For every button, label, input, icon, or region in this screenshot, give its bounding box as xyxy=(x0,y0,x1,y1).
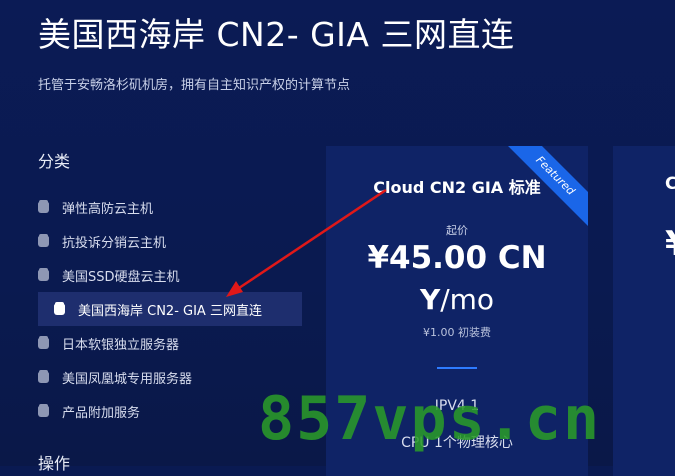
box-icon xyxy=(38,199,49,213)
price-unit: Y/mo xyxy=(326,280,588,320)
category-item-label: 美国凤凰城专用服务器 xyxy=(62,371,193,387)
product-card-2[interactable]: C ¥ xyxy=(613,146,675,476)
category-item-active[interactable]: 美国西海岸 CN2- GIA 三网直连 xyxy=(38,292,302,326)
setup-fee: ¥1.00 初装费 xyxy=(423,326,491,339)
card-divider xyxy=(437,367,477,369)
category-item[interactable]: 抗投诉分销云主机 xyxy=(38,224,302,258)
actions-section-title: 操作 xyxy=(38,454,71,473)
box-icon xyxy=(38,403,49,417)
box-icon xyxy=(54,301,65,315)
product-price: ¥45.00 CN xyxy=(367,240,547,276)
category-item-label: 日本软银独立服务器 xyxy=(62,337,180,353)
category-item-label: 抗投诉分销云主机 xyxy=(62,235,167,251)
price-unit-prefix: Y xyxy=(419,283,441,316)
category-item-label: 美国西海岸 CN2- GIA 三网直连 xyxy=(78,303,262,319)
product-title-2: C xyxy=(665,174,675,194)
box-icon xyxy=(38,233,49,247)
page-title: 美国西海岸 CN2- GIA 三网直连 xyxy=(38,15,515,54)
category-item-label: 弹性高防云主机 xyxy=(62,201,154,217)
price-label: 起价 xyxy=(446,224,468,237)
box-icon xyxy=(38,369,49,383)
box-icon xyxy=(38,335,49,349)
category-item-label: 产品附加服务 xyxy=(62,405,141,421)
category-item-label: 美国SSD硬盘云主机 xyxy=(62,269,180,285)
category-item[interactable]: 日本软银独立服务器 xyxy=(38,326,302,360)
category-section-title: 分类 xyxy=(38,152,71,171)
watermark: 857vps.cn xyxy=(258,384,602,454)
page-subtitle: 托管于安畅洛杉矶机房，拥有自主知识产权的计算节点 xyxy=(38,78,351,93)
box-icon xyxy=(38,267,49,281)
category-item[interactable]: 弹性高防云主机 xyxy=(38,190,302,224)
price-unit-suffix: /mo xyxy=(440,283,495,316)
product-price-2: ¥ xyxy=(665,224,675,264)
category-item[interactable]: 美国SSD硬盘云主机 xyxy=(38,258,302,292)
product-title: Cloud CN2 GIA 标准 xyxy=(373,178,541,197)
